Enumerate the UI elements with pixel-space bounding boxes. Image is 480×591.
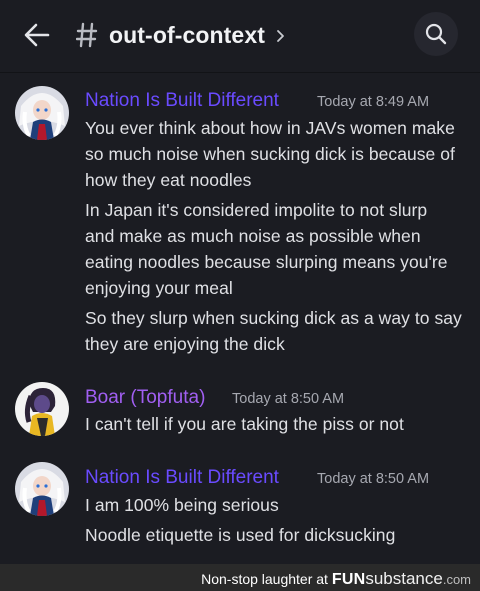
chevron-right-icon[interactable] <box>276 29 286 43</box>
author-name[interactable]: Nation Is Built Different <box>85 467 279 489</box>
search-icon <box>425 23 447 45</box>
back-arrow-icon <box>24 23 50 47</box>
author-name[interactable]: Nation Is Built Different <box>85 90 279 112</box>
message-text: So they slurp when sucking dick as a way… <box>85 308 462 328</box>
message-text: You ever think about how in JAVs women m… <box>85 118 455 138</box>
message-text: enjoying your meal <box>85 278 233 298</box>
watermark-bar: Non-stop laughter at FUNsubstance.com <box>0 564 480 591</box>
search-button[interactable] <box>414 12 458 56</box>
avatar[interactable] <box>15 382 69 436</box>
brand-com: .com <box>442 572 471 587</box>
watermark-prefix: Non-stop laughter at <box>201 571 328 587</box>
message-text: I am 100% being serious <box>85 495 279 515</box>
channel-title[interactable]: out-of-context <box>109 22 265 49</box>
message-timestamp: Today at 8:50 AM <box>317 471 430 487</box>
back-button[interactable] <box>22 20 52 50</box>
brand-substance: substance <box>365 569 443 588</box>
message-timestamp: Today at 8:49 AM <box>317 94 430 110</box>
message-text: so much noise when sucking dick is becau… <box>85 144 455 164</box>
message-text: they are enjoying the dick <box>85 334 285 354</box>
message-text: I can't tell if you are taking the piss … <box>85 414 404 434</box>
watermark-text: Non-stop laughter at FUNsubstance.com <box>201 569 471 589</box>
message-text: how they eat noodles <box>85 170 252 190</box>
avatar[interactable] <box>15 86 69 140</box>
channel-header: out-of-context <box>0 0 480 73</box>
avatar[interactable] <box>15 462 69 516</box>
message-text: Noodle etiquette is used for dicksucking <box>85 525 396 545</box>
author-name[interactable]: Boar (Topfuta) <box>85 387 205 409</box>
hash-icon <box>76 22 98 48</box>
message-text: eating noodles because slurping means yo… <box>85 252 448 272</box>
message-timestamp: Today at 8:50 AM <box>232 391 345 407</box>
message-text: and make as much noise as possible when <box>85 226 421 246</box>
message-text: In Japan it's considered impolite to not… <box>85 200 428 220</box>
brand-fun: FUN <box>331 571 366 588</box>
